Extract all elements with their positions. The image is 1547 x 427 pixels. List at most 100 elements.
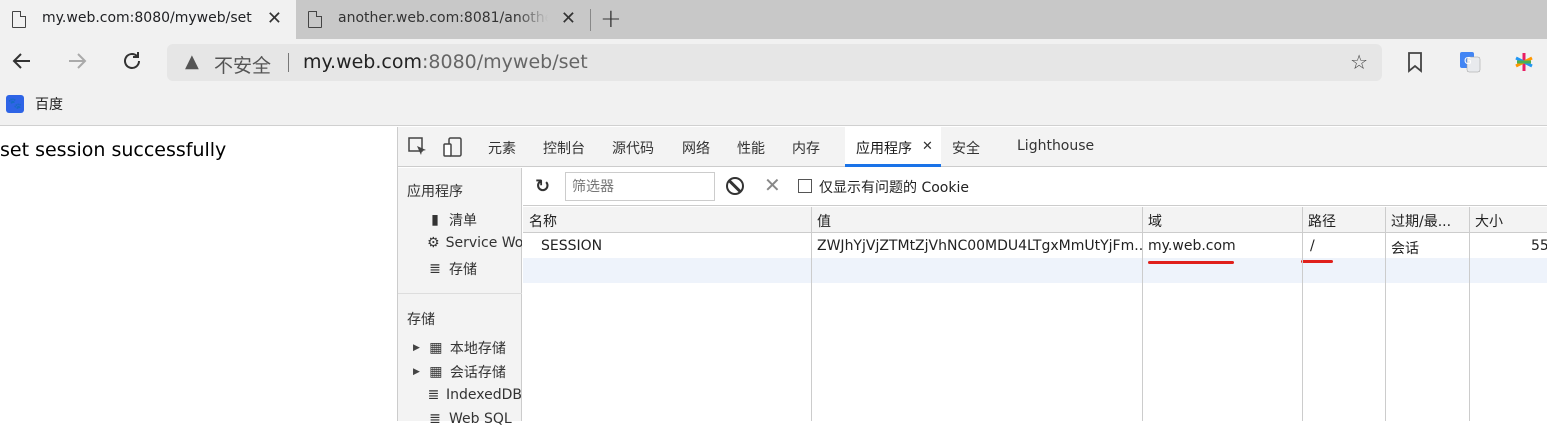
sidebar-item-websql[interactable]: ≣ Web SQL	[427, 411, 522, 427]
sidebar-item-indexeddb[interactable]: ≣ IndexedDB	[427, 387, 522, 403]
translate-icon[interactable]: G	[1459, 51, 1481, 78]
only-issues-label: 仅显示有问题的 Cookie	[819, 180, 969, 196]
tab-active[interactable]: my.web.com:8080/myweb/set ✕	[0, 0, 296, 39]
sidebar-item-label: Service Workers	[445, 235, 522, 251]
sidebar-item-session-storage[interactable]: ▶ ▦ 会话存储	[413, 362, 522, 382]
devtools-panel: 元素 控制台 源代码 网络 性能 内存 应用程序 ✕ 安全 Lighthouse…	[397, 127, 1547, 427]
cookie-toolbar: ↻ ✕ 仅显示有问题的 Cookie	[523, 168, 1547, 206]
address-bar[interactable]: ▲ 不安全 my.web.com:8080/myweb/set ☆	[167, 44, 1382, 81]
expand-arrow-icon[interactable]: ▶	[413, 367, 420, 377]
extension-icon[interactable]	[1513, 51, 1535, 78]
column-divider	[1142, 207, 1143, 421]
cookie-expires: 会话	[1391, 241, 1419, 257]
sidebar-item-label: 会话存储	[449, 365, 506, 381]
sidebar-item-manifest[interactable]: ▮ 清单	[427, 210, 522, 230]
tab-lighthouse[interactable]: Lighthouse	[1017, 138, 1094, 154]
add-favorite-icon[interactable]: ☆	[1350, 50, 1368, 74]
column-divider	[811, 207, 812, 421]
sidebar-item-label: 存储	[449, 262, 477, 278]
forward-button[interactable]	[63, 49, 91, 79]
favorites-icon[interactable]	[1406, 51, 1424, 78]
column-header-value[interactable]: 值	[817, 211, 831, 231]
tab-title: my.web.com:8080/myweb/set	[42, 10, 252, 26]
red-underline-path	[1301, 260, 1333, 263]
application-sidebar: 应用程序 ▮ 清单 ⚙ Service Workers ≣ 存储 存储 ▶ ▦ …	[398, 168, 522, 427]
tab-performance[interactable]: 性能	[737, 138, 765, 158]
column-divider	[1469, 207, 1470, 421]
warning-icon: ▲	[185, 51, 199, 72]
close-panel-icon[interactable]: ✕	[922, 139, 933, 154]
delete-selected-icon[interactable]: ✕	[764, 173, 781, 197]
url-divider	[288, 53, 289, 72]
bookmark-baidu[interactable]: 百度	[35, 94, 63, 114]
cookie-table: 名称 值 域 路径 过期/最... 大小 SESSION ZWJhYjVjZTM…	[523, 207, 1547, 421]
browser-tab-strip: my.web.com:8080/myweb/set ✕ another.web.…	[0, 0, 1547, 39]
tab-application[interactable]: 应用程序	[856, 138, 912, 158]
cookie-path: /	[1310, 238, 1315, 254]
security-label[interactable]: 不安全	[214, 51, 271, 78]
reload-icon	[124, 52, 140, 69]
tab-memory[interactable]: 内存	[792, 138, 820, 158]
device-toolbar-icon[interactable]	[443, 137, 463, 157]
column-header-domain[interactable]: 域	[1148, 211, 1162, 231]
column-header-path[interactable]: 路径	[1308, 211, 1336, 231]
refresh-icon[interactable]: ↻	[535, 176, 550, 197]
sidebar-header-storage: 存储	[407, 312, 435, 328]
tab-console[interactable]: 控制台	[543, 138, 585, 158]
column-header-size[interactable]: 大小	[1475, 211, 1503, 231]
database-icon: ≣	[429, 411, 441, 427]
url-host: my.web.com	[303, 51, 422, 73]
tab-network[interactable]: 网络	[682, 138, 710, 158]
database-icon: ≣	[429, 261, 441, 277]
gear-icon: ⚙	[427, 235, 440, 251]
cookie-size: 55	[1531, 238, 1547, 254]
sidebar-item-label: IndexedDB	[446, 387, 522, 403]
svg-text:G: G	[1464, 56, 1472, 67]
close-tab-icon[interactable]: ✕	[267, 8, 282, 29]
active-tab-indicator	[845, 164, 941, 167]
column-header-name[interactable]: 名称	[529, 211, 557, 231]
close-tab-icon[interactable]: ✕	[561, 8, 576, 29]
column-header-expires[interactable]: 过期/最...	[1391, 211, 1451, 231]
asterisk-icon	[1515, 53, 1533, 71]
tab-elements[interactable]: 元素	[488, 138, 516, 158]
sidebar-item-label: 本地存储	[449, 341, 506, 357]
clear-all-icon[interactable]	[726, 177, 744, 195]
sidebar-divider	[398, 293, 522, 294]
tab-divider	[590, 9, 591, 31]
new-tab-button[interactable]: +	[600, 4, 622, 34]
column-divider	[1385, 207, 1386, 421]
file-icon: ▮	[431, 212, 439, 228]
reload-button[interactable]	[118, 49, 146, 79]
url-path: :8080/myweb/set	[422, 51, 588, 73]
inspect-element-icon[interactable]	[408, 137, 428, 157]
tab-inactive[interactable]: another.web.com:8081/anotherweb ✕	[296, 0, 590, 39]
sidebar-item-local-storage[interactable]: ▶ ▦ 本地存储	[413, 338, 522, 358]
filter-input[interactable]	[565, 172, 715, 201]
arrow-left-icon	[12, 53, 30, 69]
google-translate-icon: G	[1460, 52, 1481, 73]
url-text[interactable]: my.web.com:8080/myweb/set	[303, 51, 588, 73]
back-button[interactable]	[8, 49, 36, 79]
tab-security[interactable]: 安全	[952, 138, 980, 158]
table-row[interactable]: SESSION ZWJhYjVjZTMtZjVhNC00MDU4LTgxMmUt…	[523, 233, 1547, 258]
page-icon	[308, 11, 322, 28]
expand-arrow-icon[interactable]: ▶	[413, 343, 420, 353]
only-issues-checkbox[interactable]	[798, 179, 812, 193]
tab-title: another.web.com:8081/anotherweb	[338, 10, 548, 26]
table-row-empty	[523, 258, 1547, 283]
devtools-tab-bar: 元素 控制台 源代码 网络 性能 内存 应用程序 ✕ 安全 Lighthouse	[398, 127, 1547, 167]
table-header: 名称 值 域 路径 过期/最... 大小	[523, 207, 1547, 233]
cookie-domain: my.web.com	[1148, 238, 1236, 254]
tab-sources[interactable]: 源代码	[612, 138, 654, 158]
red-underline-domain	[1148, 261, 1234, 264]
sidebar-item-label: 清单	[449, 213, 477, 229]
column-divider	[1302, 207, 1303, 421]
cookie-name: SESSION	[541, 238, 603, 254]
bookmark-icon	[1408, 52, 1422, 73]
page-message: set session successfully	[0, 139, 227, 161]
database-icon: ≣	[427, 387, 440, 403]
sidebar-item-service-workers[interactable]: ⚙ Service Workers	[427, 235, 522, 251]
sidebar-item-storage[interactable]: ≣ 存储	[427, 259, 522, 279]
table-icon: ▦	[429, 364, 443, 380]
